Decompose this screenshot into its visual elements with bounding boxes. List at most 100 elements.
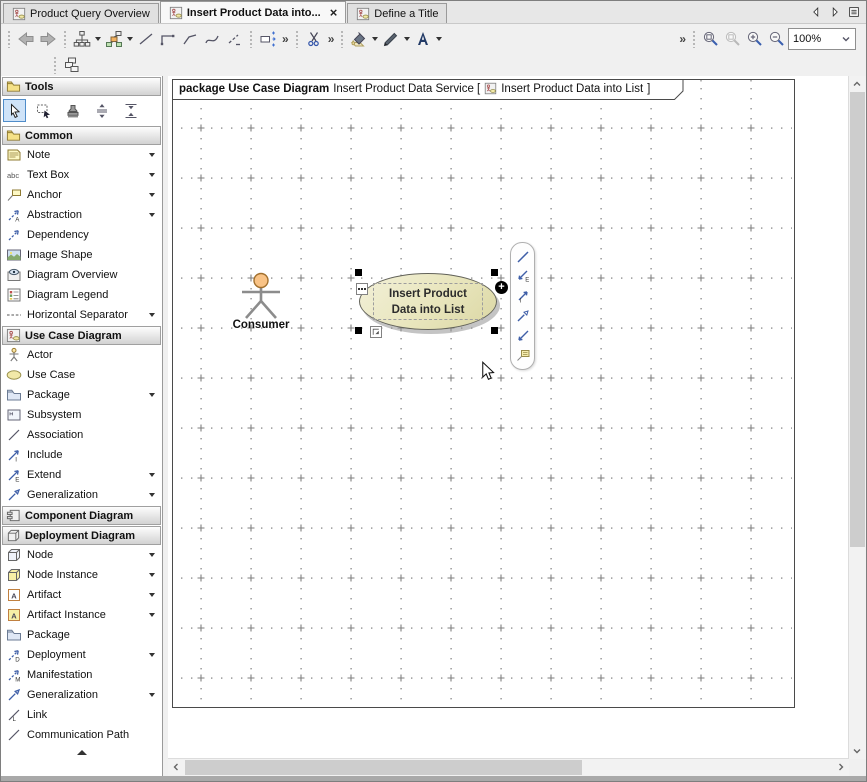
palette-item-anchor[interactable]: Anchor xyxy=(1,185,162,205)
tab-list-button[interactable] xyxy=(846,4,862,20)
line-style-straight-button[interactable] xyxy=(135,28,157,50)
dropdown-caret-icon[interactable] xyxy=(149,493,155,497)
close-tab-icon[interactable]: × xyxy=(330,6,338,19)
resize-to-fit-button[interactable] xyxy=(257,28,279,50)
forward-button[interactable] xyxy=(37,28,59,50)
palette-item-include[interactable]: I Include xyxy=(1,445,162,465)
zoom-fit-button[interactable] xyxy=(700,28,722,50)
scroll-tabs-right-button[interactable] xyxy=(827,4,843,20)
palette-item-image-shape[interactable]: Image Shape xyxy=(1,245,162,265)
palette-section-tools[interactable]: Tools xyxy=(2,77,161,96)
palette-item-communication-path[interactable]: Communication Path xyxy=(1,725,162,745)
scroll-up-button[interactable] xyxy=(849,76,865,92)
dropdown-caret-icon[interactable] xyxy=(149,553,155,557)
palette-section-deployment-diagram[interactable]: Deployment Diagram xyxy=(2,526,161,545)
palette-item-diagram-legend[interactable]: Diagram Legend xyxy=(1,285,162,305)
dropdown-caret-icon[interactable] xyxy=(127,37,133,41)
dropdown-caret-icon[interactable] xyxy=(404,37,410,41)
palette-item-subsystem[interactable]: Subsystem xyxy=(1,405,162,425)
line-style-rectilinear-button[interactable] xyxy=(157,28,179,50)
palette-item-artifact-instance[interactable]: A Artifact Instance xyxy=(1,605,162,625)
dropdown-caret-icon[interactable] xyxy=(149,193,155,197)
dropdown-caret-icon[interactable] xyxy=(149,153,155,157)
vertical-scrollbar[interactable] xyxy=(848,76,866,759)
palette-item-package[interactable]: Package xyxy=(1,385,162,405)
line-style-oblique-button[interactable] xyxy=(179,28,201,50)
palette-item-horizontal-separator[interactable]: Horizontal Separator xyxy=(1,305,162,325)
dropdown-caret-icon[interactable] xyxy=(149,213,155,217)
font-color-button[interactable] xyxy=(412,28,434,50)
cut-button[interactable] xyxy=(303,28,325,50)
dropdown-caret-icon[interactable] xyxy=(436,37,442,41)
dropdown-caret-icon[interactable] xyxy=(149,653,155,657)
specification-dots-button[interactable] xyxy=(356,283,368,295)
line-color-button[interactable] xyxy=(380,28,402,50)
include-handle-icon[interactable]: I xyxy=(515,288,531,304)
cascade-related-button[interactable] xyxy=(61,54,83,76)
zoom-level-combobox[interactable]: 100% xyxy=(788,28,856,50)
scroll-right-button[interactable] xyxy=(833,759,849,775)
line-style-curve-button[interactable] xyxy=(201,28,223,50)
dropdown-caret-icon[interactable] xyxy=(149,573,155,577)
select-tool-button[interactable] xyxy=(3,99,26,122)
tab-define-a-title[interactable]: Define a Title xyxy=(347,3,447,23)
palette-section-use-case-diagram[interactable]: Use Case Diagram xyxy=(2,326,161,345)
use-case-name-area[interactable]: Insert Product Data into List xyxy=(373,283,483,320)
extend-handle-icon[interactable]: E xyxy=(515,268,531,284)
palette-item-diagram-overview[interactable]: Diagram Overview xyxy=(1,265,162,285)
zoom-in-button[interactable] xyxy=(744,28,766,50)
scroll-down-button[interactable] xyxy=(849,743,865,759)
selection-handle-bottom-right[interactable] xyxy=(491,327,498,334)
palette-item-abstraction[interactable]: A Abstraction xyxy=(1,205,162,225)
palette-item-node[interactable]: Node xyxy=(1,545,162,565)
palette-section-common[interactable]: Common xyxy=(2,126,161,145)
diagram-canvas[interactable]: package Use Case Diagram Insert Product … xyxy=(168,76,849,759)
palette-item-deployment[interactable]: D Deployment xyxy=(1,645,162,665)
fill-color-button[interactable] xyxy=(348,28,370,50)
palette-item-text-box[interactable]: abc Text Box xyxy=(1,165,162,185)
stamp-tool-button[interactable] xyxy=(61,99,84,122)
scroll-tabs-left-button[interactable] xyxy=(808,4,824,20)
dropdown-caret-icon[interactable] xyxy=(149,173,155,177)
expand-vertical-tool-button[interactable] xyxy=(90,99,113,122)
dropdown-caret-icon[interactable] xyxy=(149,613,155,617)
palette-scroll-up-button[interactable] xyxy=(1,745,162,760)
actor-shape-consumer[interactable] xyxy=(239,272,283,320)
compress-vertical-tool-button[interactable] xyxy=(119,99,142,122)
display-related-button[interactable] xyxy=(103,28,125,50)
note-anchor-handle-icon[interactable] xyxy=(515,347,531,363)
palette-item-note[interactable]: Note xyxy=(1,145,162,165)
actor-label[interactable]: Consumer xyxy=(211,319,311,331)
association-handle-icon[interactable] xyxy=(515,249,531,265)
palette-item-artifact[interactable]: A Artifact xyxy=(1,585,162,605)
palette-item-association[interactable]: Association xyxy=(1,425,162,445)
line-style-custom-button[interactable] xyxy=(223,28,245,50)
toolbar-overflow-button[interactable]: » xyxy=(279,32,291,46)
palette-item-node-instance[interactable]: Node Instance xyxy=(1,565,162,585)
palette-item-package-deployment[interactable]: Package xyxy=(1,625,162,645)
palette-item-manifestation[interactable]: M Manifestation xyxy=(1,665,162,685)
back-button[interactable] xyxy=(15,28,37,50)
horizontal-scrollbar[interactable] xyxy=(168,758,849,776)
diagram-frame-header[interactable]: package Use Case Diagram Insert Product … xyxy=(172,79,684,100)
dropdown-caret-icon[interactable] xyxy=(372,37,378,41)
selection-handle-bottom-left[interactable] xyxy=(355,327,362,334)
tab-product-query-overview[interactable]: Product Query Overview xyxy=(3,3,159,23)
add-element-plus-handle[interactable]: + xyxy=(495,281,508,294)
dropdown-caret-icon[interactable] xyxy=(149,473,155,477)
palette-item-actor[interactable]: Actor xyxy=(1,345,162,365)
tab-insert-product-data[interactable]: Insert Product Data into... × xyxy=(160,1,346,23)
palette-item-dependency[interactable]: Dependency xyxy=(1,225,162,245)
palette-item-link[interactable]: L Link xyxy=(1,705,162,725)
palette-item-generalization-deployment[interactable]: Generalization xyxy=(1,685,162,705)
palette-item-use-case[interactable]: Use Case xyxy=(1,365,162,385)
marquee-tool-button[interactable] xyxy=(32,99,55,122)
dropdown-caret-icon[interactable] xyxy=(149,393,155,397)
scroll-left-button[interactable] xyxy=(168,759,184,775)
toolbar-overflow-button[interactable]: » xyxy=(676,32,688,46)
dropdown-caret-icon[interactable] xyxy=(95,37,101,41)
horizontal-scrollbar-thumb[interactable] xyxy=(185,760,582,775)
directed-association-handle-icon[interactable] xyxy=(515,328,531,344)
zoom-out-button[interactable] xyxy=(766,28,788,50)
autosize-corner-button[interactable] xyxy=(370,326,382,338)
